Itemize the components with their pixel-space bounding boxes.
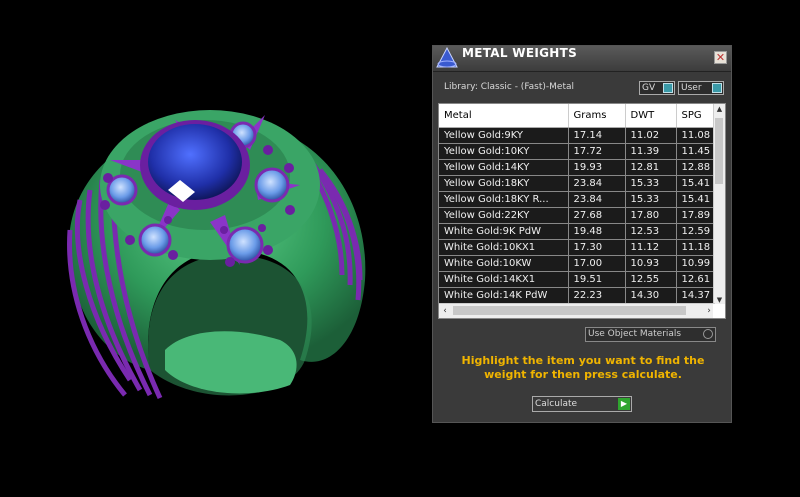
table-cell: Yellow Gold:18KY R...	[439, 191, 569, 208]
table-cell: 23.84	[568, 175, 626, 192]
table-cell: 22.23	[568, 287, 626, 304]
table-cell: 10.93	[625, 255, 677, 272]
user-toggle-label: User	[681, 83, 702, 93]
panel-titlebar[interactable]: METAL WEIGHTS ✕	[433, 46, 731, 72]
table-cell: 15.41	[676, 175, 716, 192]
table-cell: 11.08	[676, 127, 716, 144]
toggle-knob-icon	[663, 83, 673, 93]
gv-toggle-label: GV	[642, 83, 656, 93]
column-header-dwt[interactable]: DWT	[625, 104, 677, 128]
table-cell: 12.88	[676, 159, 716, 176]
scroll-left-icon[interactable]: ‹	[439, 304, 451, 318]
side-gem	[254, 167, 290, 203]
table-cell: White Gold:14K PdW	[439, 287, 569, 304]
table-row[interactable]: Yellow Gold:9KY 17.14 11.02 11.08	[439, 127, 716, 144]
table-cell: White Gold:10KX1	[439, 239, 569, 256]
table-cell: 12.53	[625, 223, 677, 240]
scroll-thumb[interactable]	[453, 306, 686, 315]
table-cell: Yellow Gold:22KY	[439, 207, 569, 224]
table-cell: 17.80	[625, 207, 677, 224]
table-cell: 14.30	[625, 287, 677, 304]
table-cell: Yellow Gold:18KY	[439, 175, 569, 192]
radio-circle-icon	[703, 329, 713, 339]
ring-3d-viewport[interactable]	[0, 0, 430, 497]
horizontal-scrollbar[interactable]: ‹ ›	[439, 303, 715, 318]
table-cell: 11.39	[625, 143, 677, 160]
table-row[interactable]: Yellow Gold:14KY 19.93 12.81 12.88	[439, 159, 716, 176]
close-icon[interactable]: ✕	[714, 51, 727, 64]
table-row[interactable]: Yellow Gold:18KY 23.84 15.33 15.41	[439, 175, 716, 192]
table-cell: 12.61	[676, 271, 716, 288]
scroll-corner	[713, 304, 725, 318]
use-object-materials-toggle[interactable]: Use Object Materials	[585, 327, 716, 342]
table-cell: 12.59	[676, 223, 716, 240]
app-logo-icon	[436, 47, 458, 68]
table-cell: 11.45	[676, 143, 716, 160]
table-cell: 11.18	[676, 239, 716, 256]
center-gem	[148, 124, 242, 200]
toggle-knob-icon	[712, 83, 722, 93]
table-cell: 27.68	[568, 207, 626, 224]
calculate-button[interactable]: Calculate ▶	[532, 396, 632, 412]
table-cell: 15.33	[625, 191, 677, 208]
side-gem	[138, 223, 172, 257]
table-cell: 10.99	[676, 255, 716, 272]
table-row[interactable]: White Gold:10KW 17.00 10.93 10.99	[439, 255, 716, 272]
metal-weights-table[interactable]: Metal Grams DWT SPG Yellow Gold:9KY 17.14…	[438, 103, 726, 319]
table-cell: Yellow Gold:14KY	[439, 159, 569, 176]
metal-weights-panel: METAL WEIGHTS ✕ Library: Classic - (Fast…	[432, 45, 732, 423]
table-cell: 12.55	[625, 271, 677, 288]
scroll-up-icon[interactable]: ▲	[714, 104, 725, 115]
table-row[interactable]: White Gold:10KX1 17.30 11.12 11.18	[439, 239, 716, 256]
table-row[interactable]: Yellow Gold:18KY R... 23.84 15.33 15.41	[439, 191, 716, 208]
table-row[interactable]: White Gold:9K PdW 19.48 12.53 12.59	[439, 223, 716, 240]
calculate-button-label: Calculate	[535, 399, 578, 409]
table-cell: 17.14	[568, 127, 626, 144]
table-cell: Yellow Gold:9KY	[439, 127, 569, 144]
table-row[interactable]: White Gold:14KX1 19.51 12.55 12.61	[439, 271, 716, 288]
scroll-thumb[interactable]	[715, 118, 723, 184]
library-label: Library: Classic - (Fast)-Metal	[444, 82, 575, 92]
table-cell: White Gold:10KW	[439, 255, 569, 272]
instructions-text: Highlight the item you want to find the …	[461, 354, 705, 381]
table-cell: 11.02	[625, 127, 677, 144]
panel-title: METAL WEIGHTS	[462, 46, 578, 60]
table-body: Yellow Gold:9KY 17.14 11.02 11.08 Yellow Gol…	[439, 127, 716, 304]
table-cell: Yellow Gold:10KY	[439, 143, 569, 160]
table-header-row: Metal Grams DWT SPG	[439, 104, 716, 128]
table-cell: 11.12	[625, 239, 677, 256]
table-cell: 17.72	[568, 143, 626, 160]
table-cell: 15.33	[625, 175, 677, 192]
table-cell: 17.30	[568, 239, 626, 256]
table-cell: White Gold:14KX1	[439, 271, 569, 288]
table-row[interactable]: Yellow Gold:10KY 17.72 11.39 11.45	[439, 143, 716, 160]
table-cell: 19.48	[568, 223, 626, 240]
play-icon: ▶	[618, 398, 630, 410]
table-cell: 14.37	[676, 287, 716, 304]
table-cell: 19.93	[568, 159, 626, 176]
use-object-materials-label: Use Object Materials	[588, 329, 682, 339]
side-gem	[226, 226, 264, 264]
gv-toggle[interactable]: GV	[639, 81, 675, 95]
column-header-metal[interactable]: Metal	[439, 104, 569, 128]
column-header-grams[interactable]: Grams	[568, 104, 626, 128]
table-cell: 17.00	[568, 255, 626, 272]
column-header-spg[interactable]: SPG	[676, 104, 716, 128]
table-cell: 15.41	[676, 191, 716, 208]
table-cell: 12.81	[625, 159, 677, 176]
table-cell: 23.84	[568, 191, 626, 208]
table-row[interactable]: Yellow Gold:22KY 27.68 17.80 17.89	[439, 207, 716, 224]
table-cell: 19.51	[568, 271, 626, 288]
table-cell: White Gold:9K PdW	[439, 223, 569, 240]
vertical-scrollbar[interactable]: ▲ ▼	[713, 104, 725, 306]
user-toggle[interactable]: User	[678, 81, 724, 95]
table-cell: 17.89	[676, 207, 716, 224]
table-row[interactable]: White Gold:14K PdW 22.23 14.30 14.37	[439, 287, 716, 304]
